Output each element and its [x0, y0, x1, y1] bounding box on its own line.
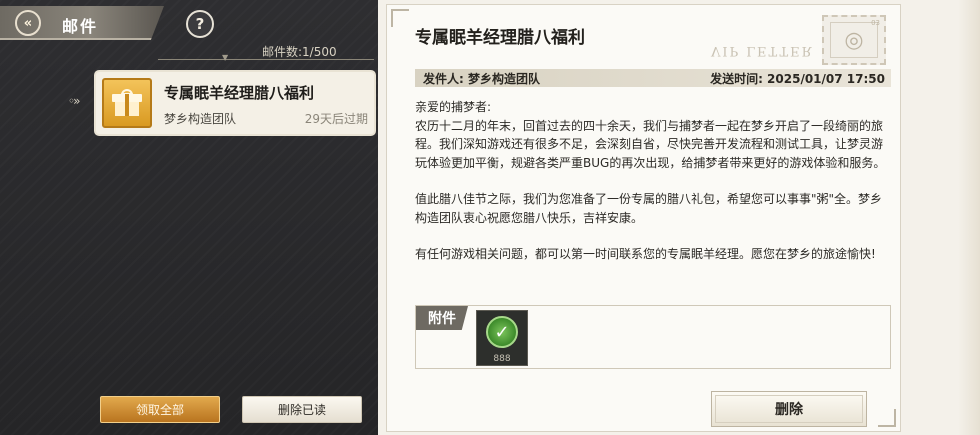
list-item[interactable]: 专属眠羊经理腊八福利 梦乡构造团队 29天后过期 — [96, 72, 374, 134]
letter-paper: 专属眠羊经理腊八福利 VIP LETTER ◎ 03 发件人: 梦乡构造团队 发… — [386, 4, 901, 432]
stamp-icon: ◎ 03 — [822, 15, 886, 65]
gift-box-icon — [102, 78, 152, 128]
sender-label: 发件人: 梦乡构造团队 — [423, 72, 540, 86]
checkmark-icon: ✓ — [486, 316, 518, 348]
letter-body: 亲爱的捕梦者: 农历十二月的年末，回首过去的四十余天，我们与捕梦者一起在梦乡开启… — [415, 98, 891, 282]
attachment-quantity: 888 — [493, 354, 511, 364]
marker-icon: ▼ — [222, 53, 229, 62]
claim-all-button[interactable]: 领取全部 — [100, 396, 220, 423]
attachment-item[interactable]: ✓ 888 — [476, 310, 528, 366]
letter-paragraph: 农历十二月的年末，回首过去的四十余天，我们与捕梦者一起在梦乡开启了一段绮丽的旅程… — [415, 118, 886, 170]
watermark: VIP LETTER — [711, 43, 814, 58]
letter-paragraph: 值此腊八佳节之际，我们为您准备了一份专属的腊八礼包，希望您可以事事"粥"全。梦乡… — [415, 192, 883, 225]
question-mark-icon: ? — [195, 15, 205, 33]
mail-item-title: 专属眠羊经理腊八福利 — [164, 84, 315, 102]
letter-info-bar: 发件人: 梦乡构造团队 发送时间: 2025/01/07 17:50 — [415, 69, 891, 87]
corner-decoration — [878, 409, 896, 427]
back-arrow-icon: « — [15, 10, 41, 36]
mail-list-panel: « 邮件 ? 邮件数:1/500 ▼ ◦» 专属眠羊经理腊八福利 梦乡构造团队 … — [0, 0, 378, 435]
delete-read-button[interactable]: 删除已读 — [242, 396, 362, 423]
panel-edge — [958, 0, 980, 435]
attachment-box: 附件 ✓ 888 — [415, 305, 891, 369]
mail-item-expire: 29天后过期 — [304, 112, 368, 126]
help-button[interactable]: ? — [186, 10, 214, 38]
panel-texture — [0, 0, 378, 435]
mail-item-sender: 梦乡构造团队 — [164, 112, 237, 126]
page-title: 邮件 — [62, 17, 99, 36]
mail-count: 邮件数:1/500 — [262, 45, 337, 59]
mail-detail-panel: 专属眠羊经理腊八福利 VIP LETTER ◎ 03 发件人: 梦乡构造团队 发… — [378, 0, 980, 435]
selection-indicator-icon: ◦» — [68, 94, 81, 108]
attachment-label: 附件 — [416, 306, 468, 330]
send-time: 发送时间: 2025/01/07 17:50 — [710, 72, 885, 86]
letter-greeting: 亲爱的捕梦者: — [415, 100, 492, 114]
letter-title: 专属眠羊经理腊八福利 — [415, 28, 585, 48]
divider — [158, 59, 374, 60]
delete-button[interactable]: 删除 — [711, 391, 867, 427]
back-button[interactable]: « — [6, 9, 50, 37]
letter-paragraph: 有任何游戏相关问题，都可以第一时间联系您的专属眠羊经理。愿您在梦乡的旅途愉快! — [415, 247, 876, 261]
stamp-number: 03 — [871, 19, 880, 27]
rabbit-spiral-icon: ◎ — [830, 22, 878, 58]
corner-decoration — [391, 9, 409, 27]
